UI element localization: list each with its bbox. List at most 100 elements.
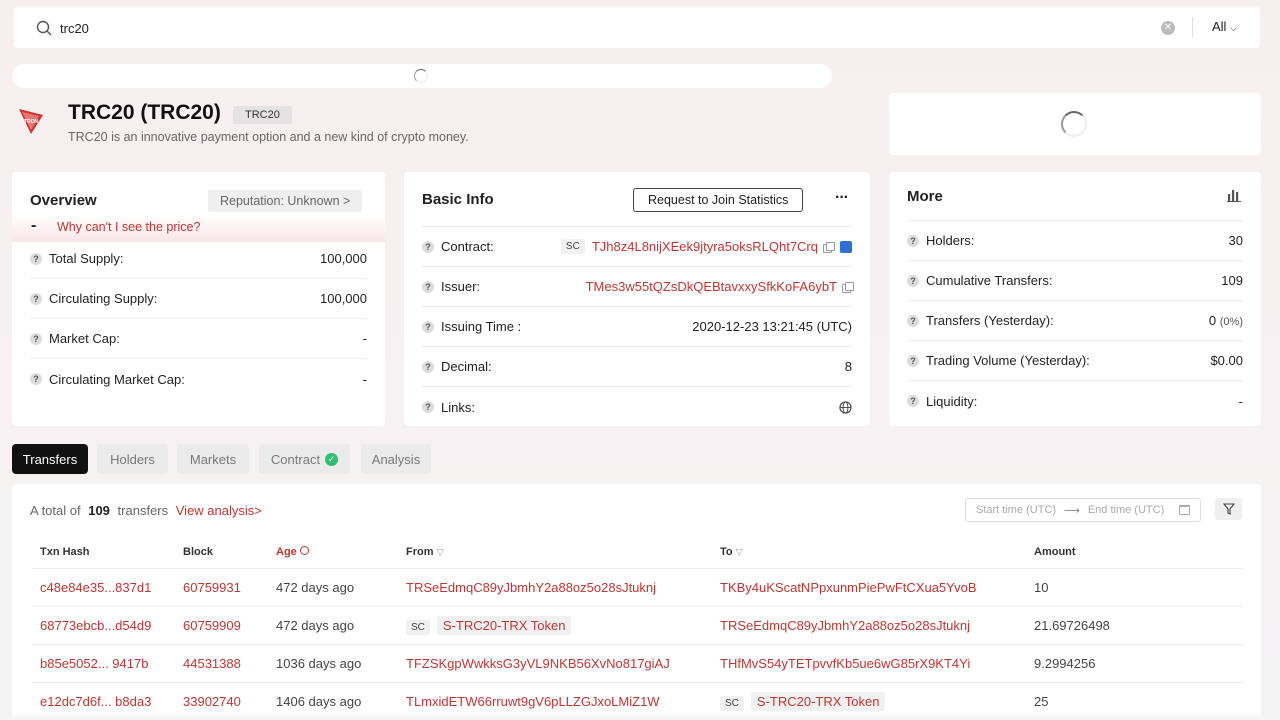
from-address-link[interactable]: TRSeEdmqC89yJbmhY2a88oz5o28sJtuknj <box>406 580 656 595</box>
help-icon[interactable]: ? <box>907 395 919 407</box>
to-address-link[interactable]: TKBy4uKScatNPpxunmPiePwFtCXua5YvoB <box>720 580 977 595</box>
help-icon[interactable]: ? <box>30 252 42 265</box>
end-time-input[interactable]: End time (UTC) <box>1088 504 1164 516</box>
tab-holders[interactable]: Holders <box>97 444 168 474</box>
overview-card: Overview Reputation: Unknown > - Why can… <box>12 172 385 426</box>
issuer-address-link[interactable]: TMes3w55tQZsDkQEBtavxxySfkKoFA6ybT <box>586 279 837 294</box>
help-icon[interactable]: ? <box>907 274 919 287</box>
block-cell: 60759909 <box>183 606 276 645</box>
decimal-row: ? Decimal: 8 <box>422 347 852 387</box>
total-supply-label: Total Supply: <box>49 251 124 266</box>
help-icon[interactable]: ? <box>30 373 42 385</box>
join-statistics-button[interactable]: Request to Join Statistics <box>633 188 804 212</box>
help-icon[interactable]: ? <box>907 354 919 367</box>
to-token-link[interactable]: S-TRC20-TRX Token <box>750 691 886 711</box>
sc-tag: SC <box>720 695 744 711</box>
tab-analysis[interactable]: Analysis <box>361 444 431 474</box>
to-cell: THfMvS54yTETpvvfKb5ue6wG85rX9KT4Yi <box>720 644 1034 683</box>
price-value: - <box>31 217 37 234</box>
copy-icon[interactable] <box>823 241 835 253</box>
txn-hash-link[interactable]: b85e5052... 9417b <box>40 656 148 671</box>
holders-label: Holders: <box>926 233 975 248</box>
filter-icon[interactable]: ▽ <box>736 547 743 557</box>
to-cell: TRSeEdmqC89yJbmhY2a88oz5o28sJtuknj <box>720 606 1034 645</box>
contract-address-link[interactable]: TJh8z4L8nijXEek9jtyra5oksRLQht7Crq <box>592 239 818 254</box>
col-age-label: Age <box>276 545 297 558</box>
to-address-link[interactable]: TRSeEdmqC89yJbmhY2a88oz5o28sJtuknj <box>720 618 970 633</box>
clear-icon[interactable]: ✕ <box>1161 21 1175 35</box>
help-icon[interactable]: ? <box>422 240 434 253</box>
tab-markets[interactable]: Markets <box>177 444 249 474</box>
circulating-market-cap-row: ? Circulating Market Cap: - <box>30 359 367 399</box>
help-icon[interactable]: ? <box>422 280 434 293</box>
more-options-icon[interactable]: ··· <box>835 189 849 207</box>
market-cap-label: Market Cap: <box>49 331 120 346</box>
help-icon[interactable]: ? <box>422 320 434 333</box>
hash-cell: c48e84e35...837d1 <box>32 568 183 607</box>
help-icon[interactable]: ? <box>907 234 919 247</box>
circulating-market-cap-label: Circulating Market Cap: <box>49 371 185 387</box>
col-to[interactable]: To ▽ <box>720 536 1034 569</box>
col-amount: Amount <box>1034 536 1244 569</box>
amount-cell: 9.2994256 <box>1034 644 1244 683</box>
more-card: More ? Holders: 30 ? Cumulative Transfers:… <box>889 172 1261 426</box>
from-cell: TRSeEdmqC89yJbmhY2a88oz5o28sJtuknj <box>406 568 720 607</box>
globe-icon[interactable] <box>839 400 852 414</box>
table-row: 68773ebcb...d54d9 60759909 472 days ago SC S… <box>32 606 1244 645</box>
search-scope-label: All <box>1212 19 1227 34</box>
search-input[interactable] <box>60 17 760 39</box>
basic-info-title: Basic Info <box>422 191 494 208</box>
decimal-label: Decimal: <box>441 359 492 374</box>
start-time-input[interactable]: Start time (UTC) <box>976 504 1056 516</box>
help-icon[interactable]: ? <box>30 332 42 345</box>
block-link[interactable]: 44531388 <box>183 656 241 671</box>
total-supply-value: 100,000 <box>320 251 367 266</box>
total-supply-row: ? Total Supply: 100,000 <box>30 239 367 279</box>
token-description: TRC20 is an innovative payment option an… <box>68 130 469 144</box>
from-address-link[interactable]: TFZSKgpWwkksG3yVL9NKB56XvNo817giAJ <box>406 656 670 671</box>
circulating-supply-label: Circulating Supply: <box>49 291 158 306</box>
age-cell: 472 days ago <box>276 606 406 645</box>
verified-contract-icon[interactable] <box>840 240 852 253</box>
circulating-market-cap-value: - <box>362 371 367 387</box>
txn-hash-link[interactable]: 68773ebcb...d54d9 <box>40 618 151 633</box>
reputation-button[interactable]: Reputation: Unknown > <box>208 190 363 212</box>
copy-icon[interactable] <box>842 281 854 293</box>
tab-transfers[interactable]: Transfers <box>12 444 88 474</box>
to-address-link[interactable]: THfMvS54yTETpvvfKb5ue6wG85rX9KT4Yi <box>720 656 970 671</box>
filter-icon[interactable]: ▽ <box>437 547 444 557</box>
from-address-link[interactable]: TLmxidETW66rruwt9gV6pLLZGJxoLMiZ1W <box>406 694 660 709</box>
market-cap-row: ? Market Cap: - <box>30 319 367 359</box>
col-age[interactable]: Age <box>276 536 406 569</box>
txn-hash-link[interactable]: c48e84e35...837d1 <box>40 580 151 595</box>
search-scope-select[interactable]: All ⌵ <box>1212 19 1237 34</box>
clock-icon[interactable] <box>299 545 309 555</box>
amount-value: 21.69726498 <box>1034 617 1110 633</box>
view-analysis-link[interactable]: View analysis> <box>176 503 262 518</box>
from-token-link[interactable]: S-TRC20-TRX Token <box>436 615 572 635</box>
help-icon[interactable]: ? <box>907 314 919 327</box>
date-range-picker[interactable]: Start time (UTC) ⟶ End time (UTC) <box>965 498 1201 522</box>
txn-hash-link[interactable]: e12dc7d6f... b8da3 <box>40 694 151 709</box>
help-icon[interactable]: ? <box>30 292 42 305</box>
help-icon[interactable]: ? <box>422 360 434 373</box>
total-count: 109 <box>88 503 110 518</box>
block-link[interactable]: 60759909 <box>183 618 241 633</box>
table-row: c48e84e35...837d1 60759931 472 days ago TRS… <box>32 568 1244 607</box>
col-from[interactable]: From ▽ <box>406 536 720 569</box>
tab-contract[interactable]: Contract ✓ <box>259 444 350 474</box>
filter-icon <box>1222 503 1235 515</box>
basic-info-card: Basic Info Request to Join Statistics ··… <box>404 172 870 426</box>
filter-button[interactable] <box>1215 498 1242 520</box>
block-link[interactable]: 60759931 <box>183 580 241 595</box>
help-icon[interactable]: ? <box>422 401 434 413</box>
transfers-summary: A total of 109 transfers View analysis> <box>30 503 262 518</box>
block-link[interactable]: 33902740 <box>183 694 241 709</box>
transfers-yesterday-value: 0 <box>1208 313 1217 328</box>
age-cell: 1036 days ago <box>276 644 406 683</box>
why-no-price-link[interactable]: Why can't I see the price? <box>57 220 200 234</box>
amount-value: 9.2994256 <box>1034 655 1096 671</box>
bar-chart-icon[interactable] <box>1227 189 1241 202</box>
age-cell: 472 days ago <box>276 568 406 607</box>
issuing-time-value: 2020-12-23 13:21:45 (UTC) <box>692 319 852 334</box>
